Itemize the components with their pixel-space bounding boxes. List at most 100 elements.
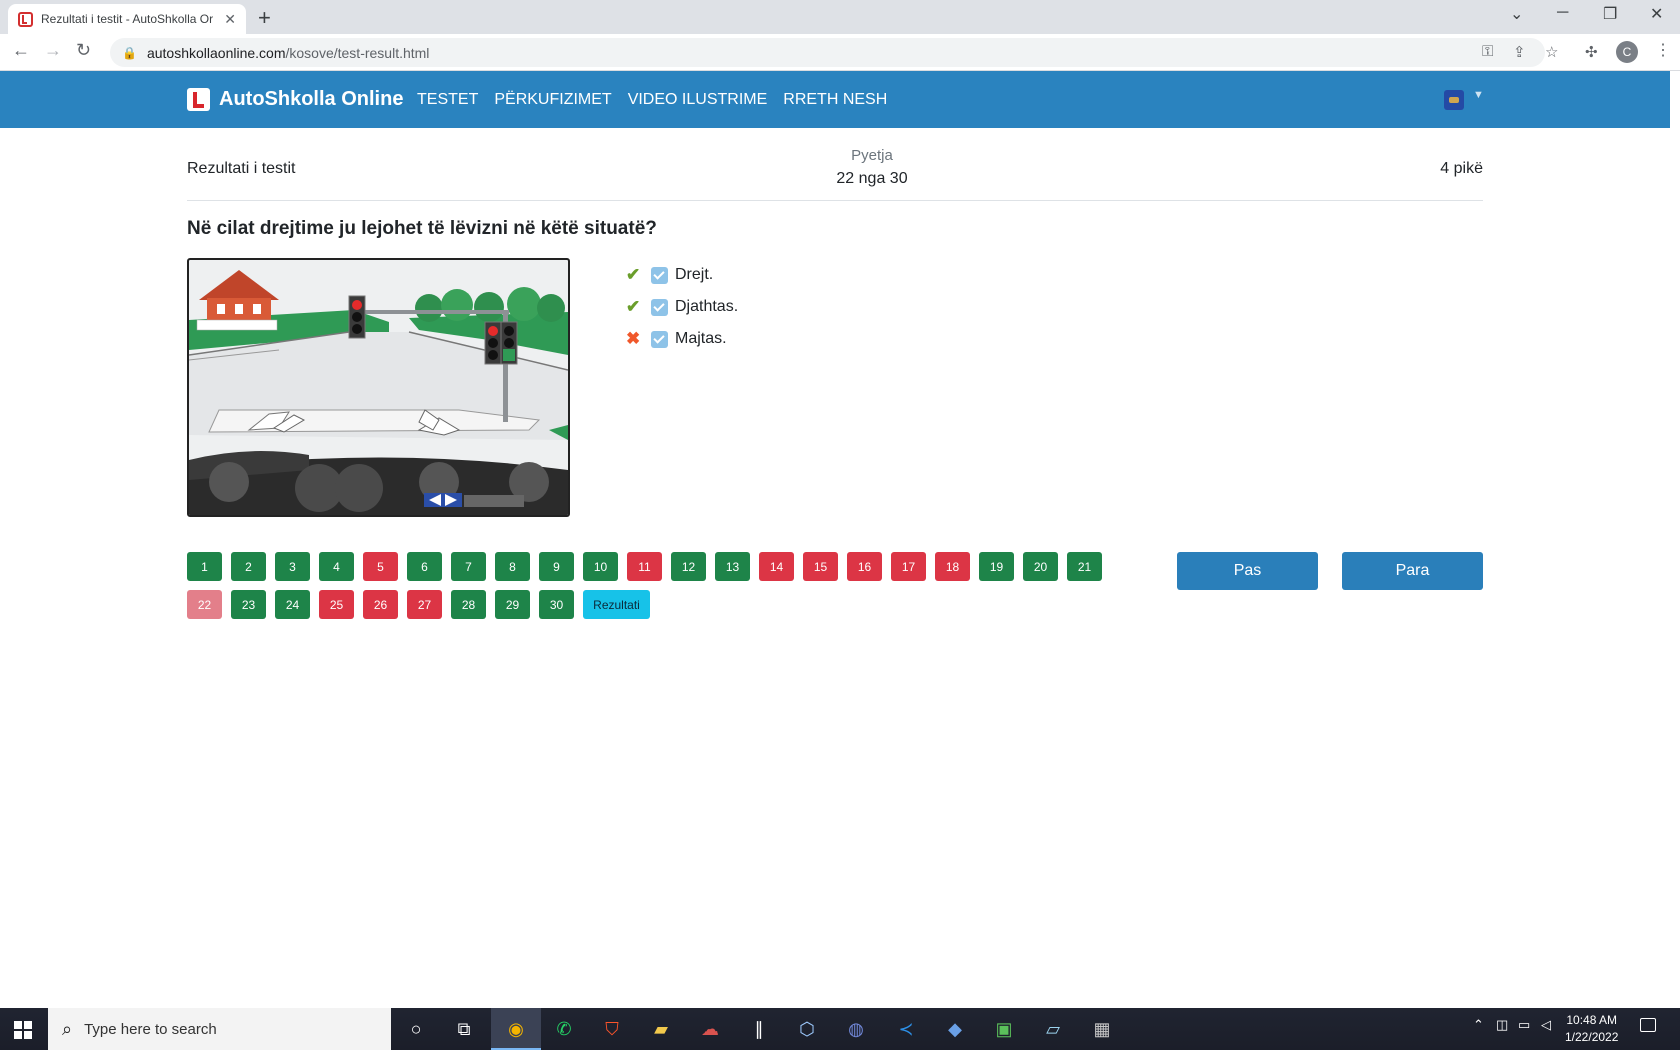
question-nav-button[interactable]: 25 [319, 590, 354, 619]
answer-checkbox[interactable] [651, 298, 668, 316]
question-nav-button[interactable]: 23 [231, 590, 266, 619]
windows-start-icon[interactable] [14, 1021, 32, 1039]
file-explorer-icon[interactable]: ▰ [648, 1017, 674, 1041]
discord-icon[interactable]: ◍ [843, 1017, 869, 1041]
language-caret-icon[interactable]: ▼ [1473, 89, 1484, 101]
chrome-icon[interactable]: ◉ [503, 1017, 529, 1041]
traffic-scene-image [187, 258, 570, 517]
question-nav-button[interactable]: 7 [451, 552, 486, 581]
nav-link-rreth-nesh[interactable]: RRETH NESH [783, 91, 887, 109]
wrong-cross-icon: ✖ [626, 329, 641, 348]
question-nav-button[interactable]: 11 [627, 552, 662, 581]
browser-menu-icon[interactable]: ⋮ [1655, 40, 1671, 60]
brand-link[interactable]: AutoShkolla Online [187, 88, 403, 111]
question-nav-button[interactable]: 6 [407, 552, 442, 581]
forward-icon[interactable]: → [44, 40, 62, 61]
taskbar-search-input[interactable]: ⌕ Type here to search [48, 1008, 391, 1050]
virtualbox-icon[interactable]: ⬡ [794, 1017, 820, 1041]
address-bar[interactable]: 🔒 autoshkollaonline.com /kosove/test-res… [110, 38, 1545, 67]
answer-checkbox[interactable] [651, 330, 668, 348]
question-nav-button[interactable]: 24 [275, 590, 310, 619]
question-nav-button[interactable]: 4 [319, 552, 354, 581]
calculator-icon[interactable]: ▦ [1089, 1017, 1115, 1041]
answer-option-2[interactable]: ✔ Djathtas. [626, 291, 738, 323]
nav-link-perkufizimet[interactable]: PËRKUFIZIMET [494, 91, 611, 109]
tab-search-icon[interactable]: ⌄ [1510, 4, 1523, 24]
volume-icon[interactable]: ◁ [1541, 1017, 1551, 1033]
cortana-icon[interactable]: ○ [403, 1017, 429, 1041]
back-icon[interactable]: ← [12, 40, 30, 61]
network-icon[interactable]: ▭ [1518, 1017, 1530, 1033]
url-host: autoshkollaonline.com [146, 44, 286, 61]
question-nav-button[interactable]: 12 [671, 552, 706, 581]
question-nav-button[interactable]: 29 [495, 590, 530, 619]
tab-title: Rezultati i testit - AutoShkolla Or [41, 12, 214, 26]
bookmark-star-icon[interactable]: ☆ [1545, 43, 1558, 61]
app-icon[interactable]: ▱ [1040, 1017, 1066, 1041]
app-icon[interactable]: ∥ [746, 1017, 772, 1041]
answer-checkbox[interactable] [651, 266, 668, 284]
kosovo-flag-icon[interactable] [1444, 90, 1464, 110]
question-nav-button[interactable]: 22 [187, 590, 222, 619]
answer-text: Majtas. [675, 330, 727, 347]
question-nav-button[interactable]: 2 [231, 552, 266, 581]
key-icon[interactable]: ⚿ [1482, 43, 1493, 60]
question-nav-button[interactable]: 26 [363, 590, 398, 619]
browser-tab[interactable]: Rezultati i testit - AutoShkolla Or ✕ [8, 4, 246, 34]
question-nav-button[interactable]: 30 [539, 590, 574, 619]
nav-link-video-ilustrime[interactable]: VIDEO ILUSTRIME [628, 91, 768, 109]
question-nav-button[interactable]: 20 [1023, 552, 1058, 581]
minimize-button[interactable]: ─ [1557, 4, 1568, 22]
reload-icon[interactable]: ↻ [76, 40, 91, 61]
vscode-icon[interactable]: ≺ [893, 1017, 919, 1041]
question-nav-button[interactable]: 1 [187, 552, 222, 581]
question-nav-button[interactable]: 18 [935, 552, 970, 581]
answer-option-1[interactable]: ✔ Drejt. [626, 259, 738, 291]
answer-list: ✔ Drejt. ✔ Djathtas. ✖ Majtas. [626, 259, 738, 355]
question-nav-button[interactable]: 16 [847, 552, 882, 581]
tray-app-icon[interactable]: ◫ [1496, 1017, 1508, 1033]
nav-link-testet[interactable]: TESTET [417, 91, 478, 109]
question-nav-button[interactable]: 8 [495, 552, 530, 581]
profile-avatar[interactable]: C [1616, 41, 1638, 63]
lock-icon: 🔒 [122, 45, 137, 60]
question-nav-button[interactable]: 10 [583, 552, 618, 581]
question-nav-button[interactable]: 14 [759, 552, 794, 581]
clock-date: 1/22/2022 [1565, 1030, 1619, 1044]
brave-icon[interactable]: ⛉ [599, 1017, 625, 1041]
task-view-icon[interactable]: ⧉ [451, 1017, 477, 1041]
search-icon: ⌕ [62, 1018, 73, 1039]
answer-option-3[interactable]: ✖ Majtas. [626, 323, 738, 355]
app-icon[interactable]: ▣ [991, 1017, 1017, 1041]
question-nav-button[interactable]: 19 [979, 552, 1014, 581]
results-button[interactable]: Rezultati [583, 590, 650, 619]
new-tab-button[interactable]: + [258, 5, 271, 31]
brand-name: AutoShkolla Online [219, 88, 404, 110]
question-nav-button[interactable]: 9 [539, 552, 574, 581]
next-button[interactable]: Para [1342, 552, 1483, 590]
close-window-button[interactable]: ✕ [1650, 4, 1663, 24]
app-icon[interactable]: ☁ [697, 1017, 723, 1041]
app-icon[interactable]: ◆ [942, 1017, 968, 1041]
notification-icon[interactable] [1640, 1018, 1656, 1032]
site-navbar: AutoShkolla Online TESTET PËRKUFIZIMET V… [0, 71, 1670, 128]
question-nav-button[interactable]: 28 [451, 590, 486, 619]
question-grid: 1 2 3 4 5 6 7 8 9 10 11 12 13 14 15 16 17 18 19 20 21 22 23 24 2… [187, 552, 1107, 619]
question-nav-button[interactable]: 3 [275, 552, 310, 581]
restore-button[interactable]: ❐ [1603, 4, 1617, 24]
share-icon[interactable]: ⇪ [1513, 43, 1526, 61]
taskbar-clock[interactable]: 10:48 AM 1/22/2022 [1565, 1012, 1618, 1046]
question-nav-button[interactable]: 5 [363, 552, 398, 581]
extensions-icon[interactable]: ✣ [1585, 43, 1598, 61]
whatsapp-icon[interactable]: ✆ [551, 1017, 577, 1041]
question-count: 22 nga 30 [836, 170, 908, 187]
question-nav-button[interactable]: 21 [1067, 552, 1102, 581]
question-nav-button[interactable]: 15 [803, 552, 838, 581]
prev-button[interactable]: Pas [1177, 552, 1318, 590]
question-nav-button[interactable]: 27 [407, 590, 442, 619]
browser-tabstrip: Rezultati i testit - AutoShkolla Or ✕ + … [0, 0, 1680, 34]
tab-close-icon[interactable]: ✕ [224, 11, 236, 28]
question-nav-button[interactable]: 17 [891, 552, 926, 581]
tray-chevron-icon[interactable]: ⌃ [1473, 1017, 1484, 1033]
question-nav-button[interactable]: 13 [715, 552, 750, 581]
